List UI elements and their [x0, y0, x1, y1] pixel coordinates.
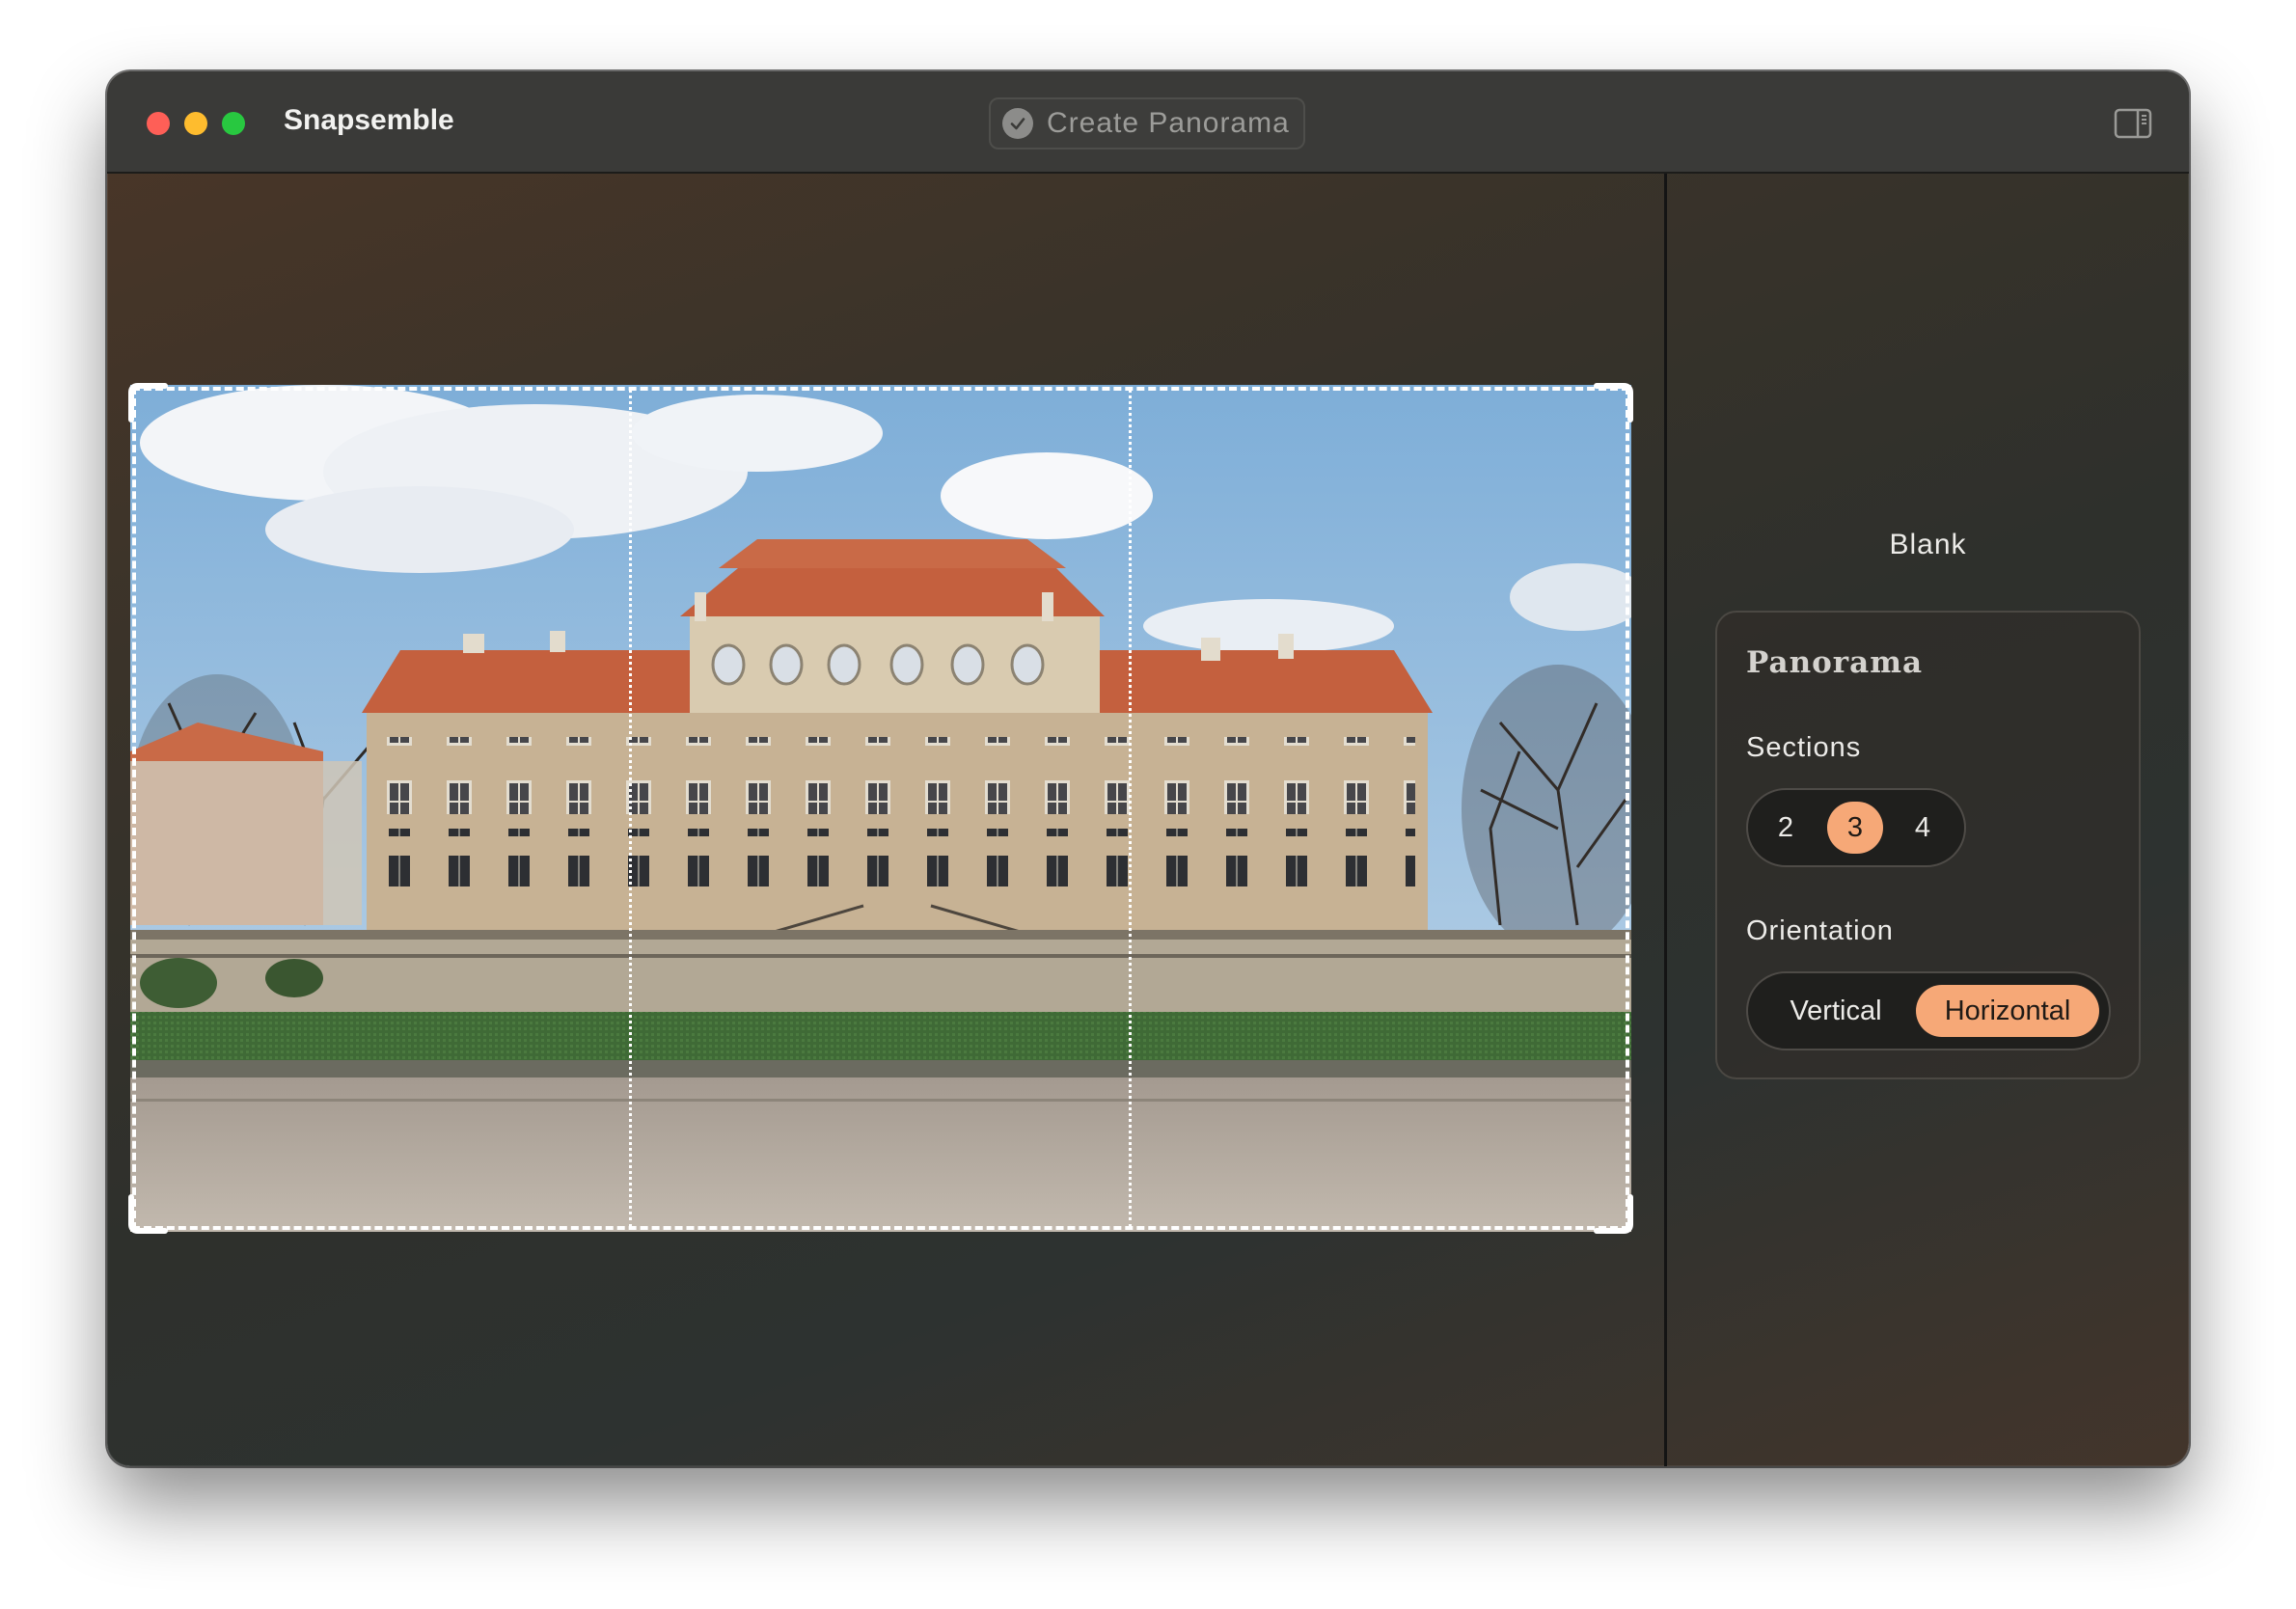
- blank-label: Blank: [1889, 529, 1967, 560]
- orientation-segmented-control: Vertical Horizontal: [1746, 971, 2111, 1050]
- minimize-window-button[interactable]: [184, 112, 207, 135]
- title-bar: Snapsemble Create Panorama: [107, 71, 2189, 174]
- section-divider-2: [1129, 389, 1132, 1228]
- close-window-button[interactable]: [147, 112, 170, 135]
- panorama-canvas[interactable]: [128, 383, 1633, 1234]
- app-window: Snapsemble Create Panorama Blank Panoram…: [107, 71, 2189, 1466]
- section-divider-1: [629, 389, 632, 1228]
- crop-handle-bottom-right[interactable]: [1593, 1193, 1633, 1234]
- sections-option-4[interactable]: 4: [1897, 802, 1949, 854]
- checkmark-icon: [1002, 108, 1033, 139]
- panel-title: Panorama: [1746, 645, 1924, 680]
- crop-handle-bottom-left[interactable]: [128, 1193, 169, 1234]
- panorama-settings-panel: Panorama Sections 2 3 4 Orientation Vert…: [1715, 611, 2141, 1079]
- app-title: Snapsemble: [284, 104, 454, 136]
- sections-option-2[interactable]: 2: [1760, 802, 1812, 854]
- orientation-option-vertical[interactable]: Vertical: [1760, 985, 1912, 1037]
- create-panorama-label: Create Panorama: [1047, 107, 1290, 139]
- orientation-label: Orientation: [1746, 915, 1894, 946]
- crop-handle-top-right[interactable]: [1593, 383, 1633, 423]
- orientation-option-horizontal[interactable]: Horizontal: [1916, 985, 2099, 1037]
- sidebar-divider[interactable]: [1664, 174, 1667, 1466]
- crop-border[interactable]: [132, 387, 1629, 1230]
- sections-label: Sections: [1746, 732, 1862, 763]
- crop-handle-top-left[interactable]: [128, 383, 169, 423]
- sections-segmented-control: 2 3 4: [1746, 788, 1966, 867]
- maximize-window-button[interactable]: [222, 112, 245, 135]
- create-panorama-button[interactable]: Create Panorama: [989, 97, 1305, 150]
- sidebar-toggle-icon[interactable]: [2114, 108, 2152, 139]
- sections-option-3[interactable]: 3: [1827, 802, 1883, 854]
